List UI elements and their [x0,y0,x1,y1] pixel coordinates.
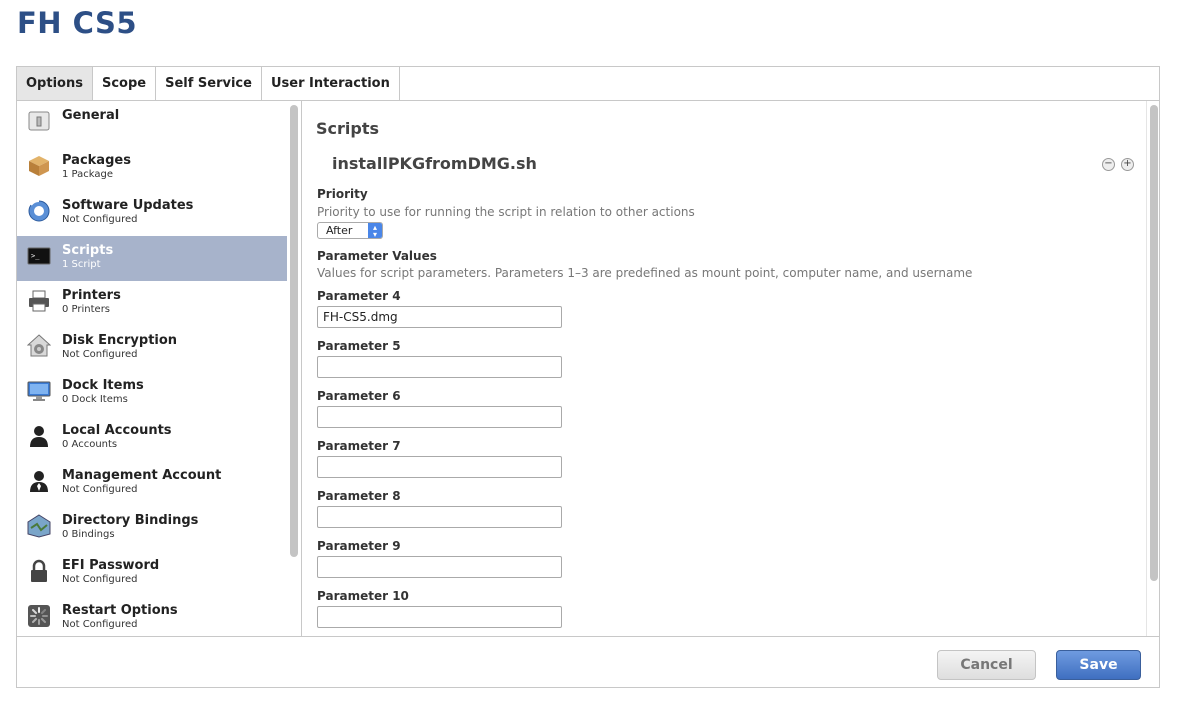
parameter-4-label: Parameter 4 [317,289,401,303]
restart-icon [27,604,51,628]
parameter-8-input[interactable] [317,506,562,528]
sidebar-item-efi-password[interactable]: EFI Password Not Configured [17,551,287,596]
parameter-values-label: Parameter Values [317,249,437,263]
general-icon [27,109,51,133]
tab-scope[interactable]: Scope [92,67,157,101]
main-scrollbar[interactable] [1150,105,1158,581]
sidebar-item-status: Not Configured [62,349,138,360]
script-name: installPKGfromDMG.sh [332,154,537,173]
sidebar-item-directory-bindings[interactable]: Directory Bindings 0 Bindings [17,506,287,551]
priority-value: After [326,224,353,237]
sidebar-item-status: Not Configured [62,214,138,225]
sidebar-item-status: Not Configured [62,619,138,630]
sidebar-item-label: General [62,108,120,123]
parameter-10-input[interactable] [317,606,562,628]
tab-self-service[interactable]: Self Service [156,67,262,101]
sidebar-item-status: 0 Accounts [62,439,118,450]
disk-encryption-icon [27,334,51,358]
remove-script-button[interactable]: − [1102,158,1115,171]
printer-icon [27,289,51,313]
sidebar-item-label: Local Accounts [62,423,172,438]
parameter-4-input[interactable] [317,306,562,328]
parameter-5-label: Parameter 5 [317,339,401,353]
parameter-7-label: Parameter 7 [317,439,401,453]
chevron-updown-icon: ▴ ▾ [368,223,382,238]
directory-icon [27,514,51,538]
sidebar-item-label: Directory Bindings [62,513,199,528]
sidebar-item-status: 1 Package [62,169,113,180]
sidebar-item-packages[interactable]: Packages 1 Package [17,146,287,191]
footer-divider [17,636,1159,637]
sidebar-item-label: Restart Options [62,603,178,618]
sidebar-item-label: Packages [62,153,131,168]
parameter-6-label: Parameter 6 [317,389,401,403]
main-scroll-track [1146,101,1147,636]
parameter-9-label: Parameter 9 [317,539,401,553]
script-controls: − + [1102,158,1134,171]
monitor-icon [27,379,51,403]
terminal-icon: >_ [27,244,51,268]
sidebar-item-label: Scripts [62,243,114,258]
sidebar-item-status: 0 Dock Items [62,394,128,405]
options-sidebar: General Packages 1 Package Software Updat… [17,101,287,636]
svg-text:>_: >_ [31,252,40,260]
priority-select[interactable]: After ▴ ▾ [317,222,383,239]
sidebar-item-label: Disk Encryption [62,333,178,348]
policy-panel: Options Scope Self Service User Interact… [16,66,1160,688]
parameter-7-input[interactable] [317,456,562,478]
add-script-button[interactable]: + [1121,158,1134,171]
sidebar-item-printers[interactable]: Printers 0 Printers [17,281,287,326]
sidebar-item-software-updates[interactable]: Software Updates Not Configured [17,191,287,236]
save-button[interactable]: Save [1056,650,1141,680]
sidebar-scrollbar[interactable] [290,105,298,557]
sidebar-item-status: 0 Printers [62,304,111,315]
sidebar-item-label: Management Account [62,468,222,483]
sidebar-item-status: 0 Bindings [62,529,115,540]
sidebar-item-label: Software Updates [62,198,194,213]
tab-options[interactable]: Options [17,67,93,101]
sidebar-item-label: Dock Items [62,378,144,393]
sidebar-item-label: Printers [62,288,121,303]
parameter-5-input[interactable] [317,356,562,378]
parameter-10-label: Parameter 10 [317,589,409,603]
sidebar-item-management-account[interactable]: Management Account Not Configured [17,461,287,506]
section-title: Scripts [316,119,380,138]
priority-label: Priority [317,187,368,201]
lock-icon [27,559,51,583]
sidebar-item-general[interactable]: General [17,101,287,146]
sidebar-item-status: 1 Script [62,259,101,270]
parameter-8-label: Parameter 8 [317,489,401,503]
package-icon [27,154,51,178]
priority-hint: Priority to use for running the script i… [317,205,695,219]
parameter-6-input[interactable] [317,406,562,428]
sidebar-item-status: Not Configured [62,574,138,585]
cancel-button[interactable]: Cancel [937,650,1036,680]
sidebar-item-disk-encryption[interactable]: Disk Encryption Not Configured [17,326,287,371]
parameter-values-hint: Values for script parameters. Parameters… [317,266,973,280]
sidebar-item-scripts[interactable]: >_ Scripts 1 Script [17,236,287,281]
user-icon [27,424,51,448]
tab-bar: Options Scope Self Service User Interact… [17,67,400,101]
software-update-icon [27,199,51,223]
page-title: FH CS5 [17,6,138,40]
sidebar-item-label: EFI Password [62,558,160,573]
scripts-panel: Scripts installPKGfromDMG.sh − + Priorit… [302,101,1159,636]
parameter-9-input[interactable] [317,556,562,578]
tab-user-interaction[interactable]: User Interaction [261,67,400,101]
sidebar-item-status: Not Configured [62,484,138,495]
admin-user-icon [27,469,51,493]
sidebar-item-local-accounts[interactable]: Local Accounts 0 Accounts [17,416,287,461]
sidebar-item-dock-items[interactable]: Dock Items 0 Dock Items [17,371,287,416]
sidebar-item-restart-options[interactable]: Restart Options Not Configured [17,596,287,636]
